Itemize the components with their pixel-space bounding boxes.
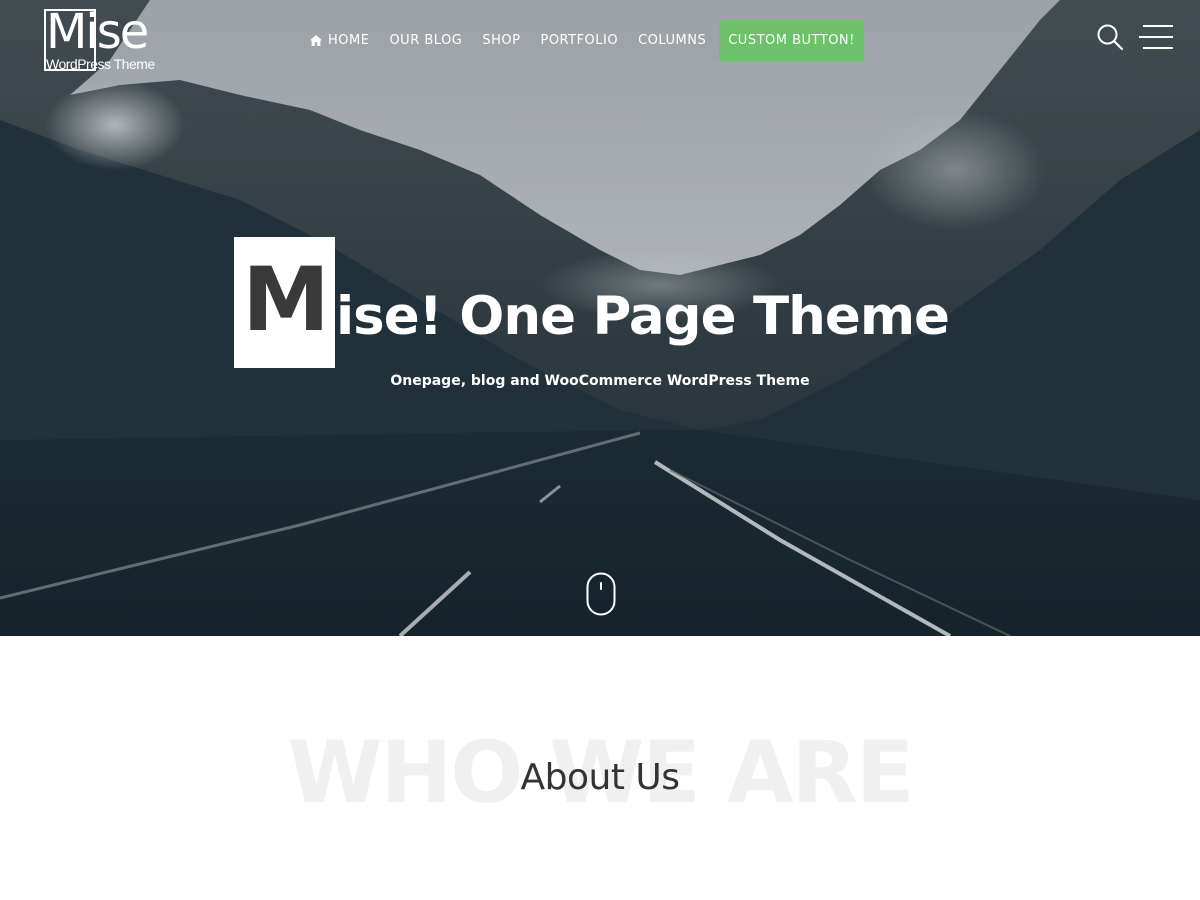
- logo-tagline: WordPress Theme: [46, 56, 155, 72]
- nav-item-shop[interactable]: SHOP: [472, 20, 530, 61]
- nav-item-label: COLUMNS: [638, 33, 707, 48]
- hamburger-menu-icon[interactable]: [1139, 24, 1173, 50]
- main-navigation: HOME OUR BLOG SHOP PORTFOLIO COLUMNS CUS…: [300, 20, 864, 61]
- logo-word: Mise: [46, 4, 149, 60]
- about-title: About Us: [520, 757, 680, 798]
- hero-subtitle: Onepage, blog and WooCommerce WordPress …: [390, 373, 810, 389]
- nav-item-columns[interactable]: COLUMNS: [628, 20, 716, 61]
- nav-item-label: HOME: [328, 33, 370, 48]
- hero-title-initial-box: M: [234, 237, 335, 368]
- hero-section: Mise WordPress Theme HOME OUR BLOG SHOP …: [0, 0, 1200, 636]
- about-section: WHO WE ARE About Us: [0, 636, 1200, 900]
- nav-item-our-blog[interactable]: OUR BLOG: [379, 20, 472, 61]
- mouse-scroll-icon[interactable]: [586, 572, 616, 616]
- nav-item-label: PORTFOLIO: [540, 33, 619, 48]
- search-icon[interactable]: [1096, 23, 1124, 51]
- home-icon: [310, 35, 322, 46]
- custom-button[interactable]: CUSTOM BUTTON!: [719, 20, 864, 61]
- hero-title-text: ise! One Page Theme: [336, 286, 950, 347]
- site-header: Mise WordPress Theme HOME OUR BLOG SHOP …: [0, 0, 1200, 80]
- nav-item-home[interactable]: HOME: [300, 20, 379, 61]
- nav-item-label: OUR BLOG: [389, 33, 463, 48]
- hero-title-initial: M: [242, 248, 330, 351]
- hero-title: M ise! One Page Theme: [234, 237, 994, 368]
- site-logo[interactable]: Mise WordPress Theme: [44, 4, 194, 73]
- nav-item-portfolio[interactable]: PORTFOLIO: [530, 20, 628, 61]
- nav-item-label: SHOP: [482, 33, 521, 48]
